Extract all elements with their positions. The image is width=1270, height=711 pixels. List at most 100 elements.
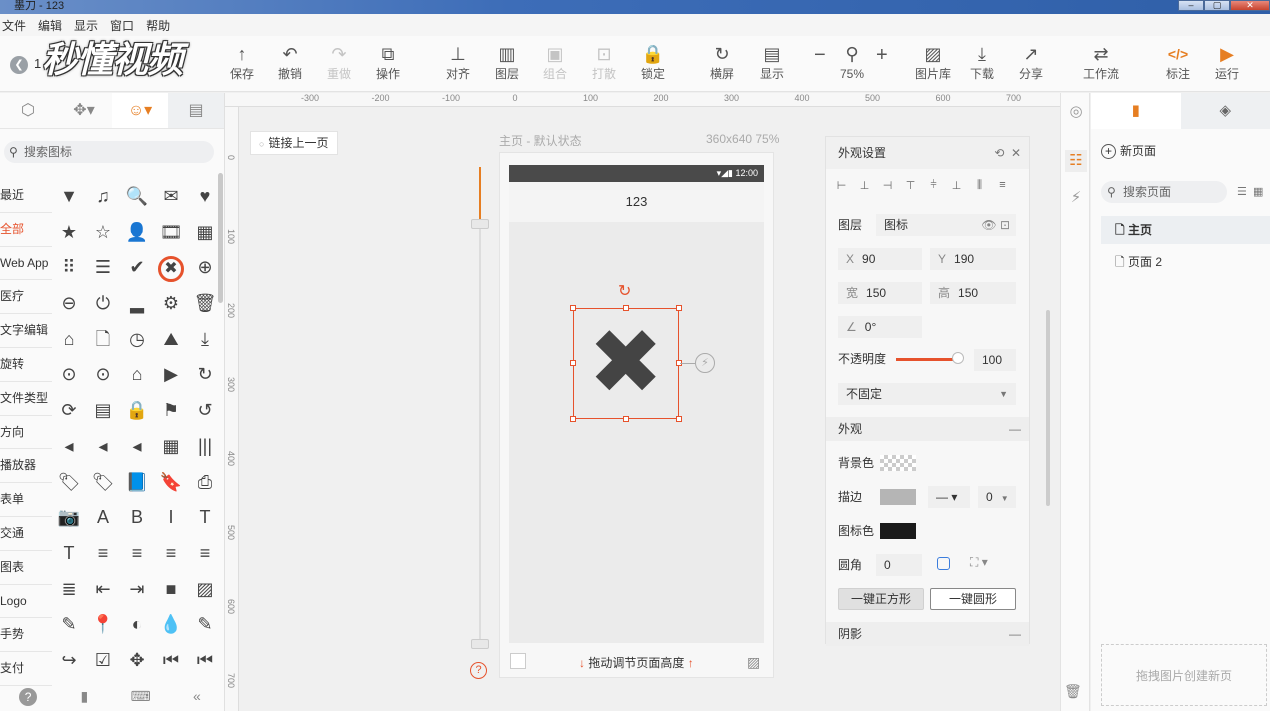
page-height-handle-bottom[interactable] — [471, 639, 489, 649]
icon-grid-item[interactable]: B — [120, 500, 154, 536]
align-right-icon[interactable]: ⊣ — [880, 179, 895, 192]
tab-icons[interactable]: ☺▾ — [112, 93, 168, 128]
icon-grid-item[interactable]: ✖ — [154, 250, 188, 286]
border-width-select[interactable]: 0 ▼ — [978, 486, 1016, 508]
icon-grid-item[interactable]: ◂ — [86, 429, 120, 465]
align-top-icon[interactable]: ⊤ — [903, 179, 918, 192]
collapse-icon[interactable]: — — [1009, 622, 1021, 646]
icon-grid-item[interactable]: ▦ — [154, 429, 188, 465]
help-circle-icon[interactable]: ? — [470, 662, 487, 679]
icon-grid-item[interactable]: 📷 — [52, 500, 86, 536]
minimize-button[interactable]: – — [1178, 0, 1204, 11]
icon-grid-item[interactable]: ↺ — [188, 393, 222, 429]
icon-grid-item[interactable]: ▦ — [188, 215, 222, 251]
height-field[interactable]: 高 150 — [930, 282, 1016, 304]
lightning-icon[interactable]: ⚡ — [1065, 187, 1087, 209]
icon-grid-item[interactable]: ⎙ — [188, 465, 222, 501]
icon-grid-item[interactable]: ⊙ — [86, 357, 120, 393]
border-color-swatch[interactable] — [880, 489, 916, 505]
icon-grid-item[interactable]: ◐ — [120, 607, 154, 643]
align-button[interactable]: ⊥ 对齐 — [433, 42, 483, 82]
icon-grid-item[interactable]: ||| — [188, 429, 222, 465]
icon-grid-item[interactable]: ⏮ — [154, 643, 188, 679]
ungroup-button[interactable]: ⊡ 打散 — [579, 42, 629, 82]
page-item[interactable]: 🗋 主页 — [1101, 216, 1270, 244]
category-item[interactable]: Logo — [0, 585, 52, 619]
icon-grid-item[interactable]: 🗋 — [86, 322, 120, 358]
trash-icon[interactable]: 🗑 — [1064, 683, 1082, 700]
tab-layers[interactable]: ◈ — [1180, 93, 1270, 129]
menu-window[interactable]: 窗口 — [108, 17, 134, 34]
icon-grid-item[interactable]: ▤ — [86, 393, 120, 429]
icon-grid-item[interactable]: A — [86, 500, 120, 536]
icon-grid-item[interactable]: 🏷 — [52, 465, 86, 501]
icon-grid-item[interactable]: ⇥ — [120, 572, 154, 608]
icon-grid-item[interactable]: ▶ — [154, 357, 188, 393]
landscape-button[interactable]: ↻ 横屏 — [697, 42, 747, 82]
align-bottom-icon[interactable]: ⊥ — [949, 179, 964, 192]
make-square-button[interactable]: 一键正方形 — [838, 588, 924, 610]
icon-grid-item[interactable]: ◷ — [120, 322, 154, 358]
run-button[interactable]: ▶ 运行 — [1202, 42, 1252, 82]
icon-grid-item[interactable]: 📍 — [86, 607, 120, 643]
opacity-slider[interactable] — [896, 358, 956, 361]
make-circle-button[interactable]: 一键圆形 — [930, 588, 1016, 610]
icon-grid-item[interactable]: ✎ — [188, 607, 222, 643]
icon-grid-item[interactable]: ▼ — [52, 179, 86, 215]
icon-grid-item[interactable]: ▨ — [188, 572, 222, 608]
y-position-field[interactable]: Y 190 — [930, 248, 1016, 270]
icon-grid-item[interactable]: 🏷 — [86, 465, 120, 501]
tab-layout[interactable]: ▤ — [168, 93, 224, 128]
icon-grid-item[interactable]: ✔ — [120, 250, 154, 286]
category-item[interactable]: 文件类型 — [0, 382, 52, 416]
icon-grid-item[interactable]: ☑ — [86, 643, 120, 679]
view-toggle[interactable]: ☰ ▦ — [1237, 185, 1263, 198]
layer-name-field[interactable]: 图标 👁 ⊡ — [876, 214, 1016, 236]
align-left-icon[interactable]: ⊢ — [834, 179, 849, 192]
icon-grid-item[interactable]: ↻ — [188, 357, 222, 393]
lightning-link-icon[interactable]: ⚡ — [695, 353, 715, 373]
zoom-level[interactable]: ⚲ 75% — [827, 42, 877, 82]
icon-grid-item[interactable]: ⌂ — [52, 322, 86, 358]
icon-grid-item[interactable]: ⟳ — [52, 393, 86, 429]
collapse-panel-button[interactable]: « — [169, 681, 225, 711]
shadow-section-header[interactable]: 阴影 — — [826, 622, 1029, 646]
grid-view-icon[interactable]: ▦ — [1253, 186, 1263, 198]
share-button[interactable]: ↗ 分享 — [1006, 42, 1056, 82]
category-item[interactable]: 全部 — [0, 213, 52, 247]
icon-search-input[interactable]: ⚲ 搜索图标 — [4, 141, 214, 163]
icon-grid-item[interactable]: ⤓ — [188, 322, 222, 358]
page-checkbox[interactable] — [510, 653, 526, 669]
align-center-icon[interactable]: ⊥ — [857, 179, 872, 192]
keyboard-button[interactable]: ⌨ — [113, 681, 169, 711]
notes-button[interactable]: ▮ — [56, 681, 112, 711]
display-button[interactable]: ▤ 显示 — [747, 42, 797, 82]
page-search-input[interactable]: ⚲ 搜索页面 — [1101, 181, 1227, 203]
icon-color-swatch[interactable] — [880, 523, 916, 539]
icon-grid-item[interactable]: ◂ — [52, 429, 86, 465]
icon-grid-item[interactable]: ↪ — [52, 643, 86, 679]
icon-grid-item[interactable]: 🔍 — [120, 179, 154, 215]
icon-grid-item[interactable]: ⠿ — [52, 250, 86, 286]
tab-components[interactable]: ⬡ — [0, 93, 56, 128]
category-item[interactable]: 手势 — [0, 618, 52, 653]
icon-grid-item[interactable]: ⚑ — [154, 393, 188, 429]
icon-grid-item[interactable]: ✉ — [154, 179, 188, 215]
help-button[interactable]: ? — [0, 681, 56, 711]
zoom-out-button[interactable]: − — [814, 44, 826, 67]
category-item[interactable]: 播放器 — [0, 449, 52, 484]
new-page-button[interactable]: + 新页面 — [1101, 142, 1156, 159]
background-image-icon[interactable]: ▨ — [747, 654, 760, 671]
bg-color-swatch[interactable] — [880, 455, 916, 471]
layer-button[interactable]: ▥ 图层 — [482, 42, 532, 82]
category-item[interactable]: 旋转 — [0, 348, 52, 382]
menu-edit[interactable]: 编辑 — [36, 17, 62, 34]
operate-button[interactable]: ⧉ 操作 — [363, 42, 413, 82]
resize-handle-w[interactable] — [570, 360, 576, 366]
icon-grid-item[interactable]: ♫ — [86, 179, 120, 215]
resize-handle-se[interactable] — [676, 416, 682, 422]
tab-widgets[interactable]: ✥▾ — [56, 93, 112, 128]
category-item[interactable]: Web App — [0, 247, 52, 281]
appearance-section-header[interactable]: 外观 — — [826, 417, 1029, 441]
icon-grid-item[interactable]: 🔒 — [120, 393, 154, 429]
